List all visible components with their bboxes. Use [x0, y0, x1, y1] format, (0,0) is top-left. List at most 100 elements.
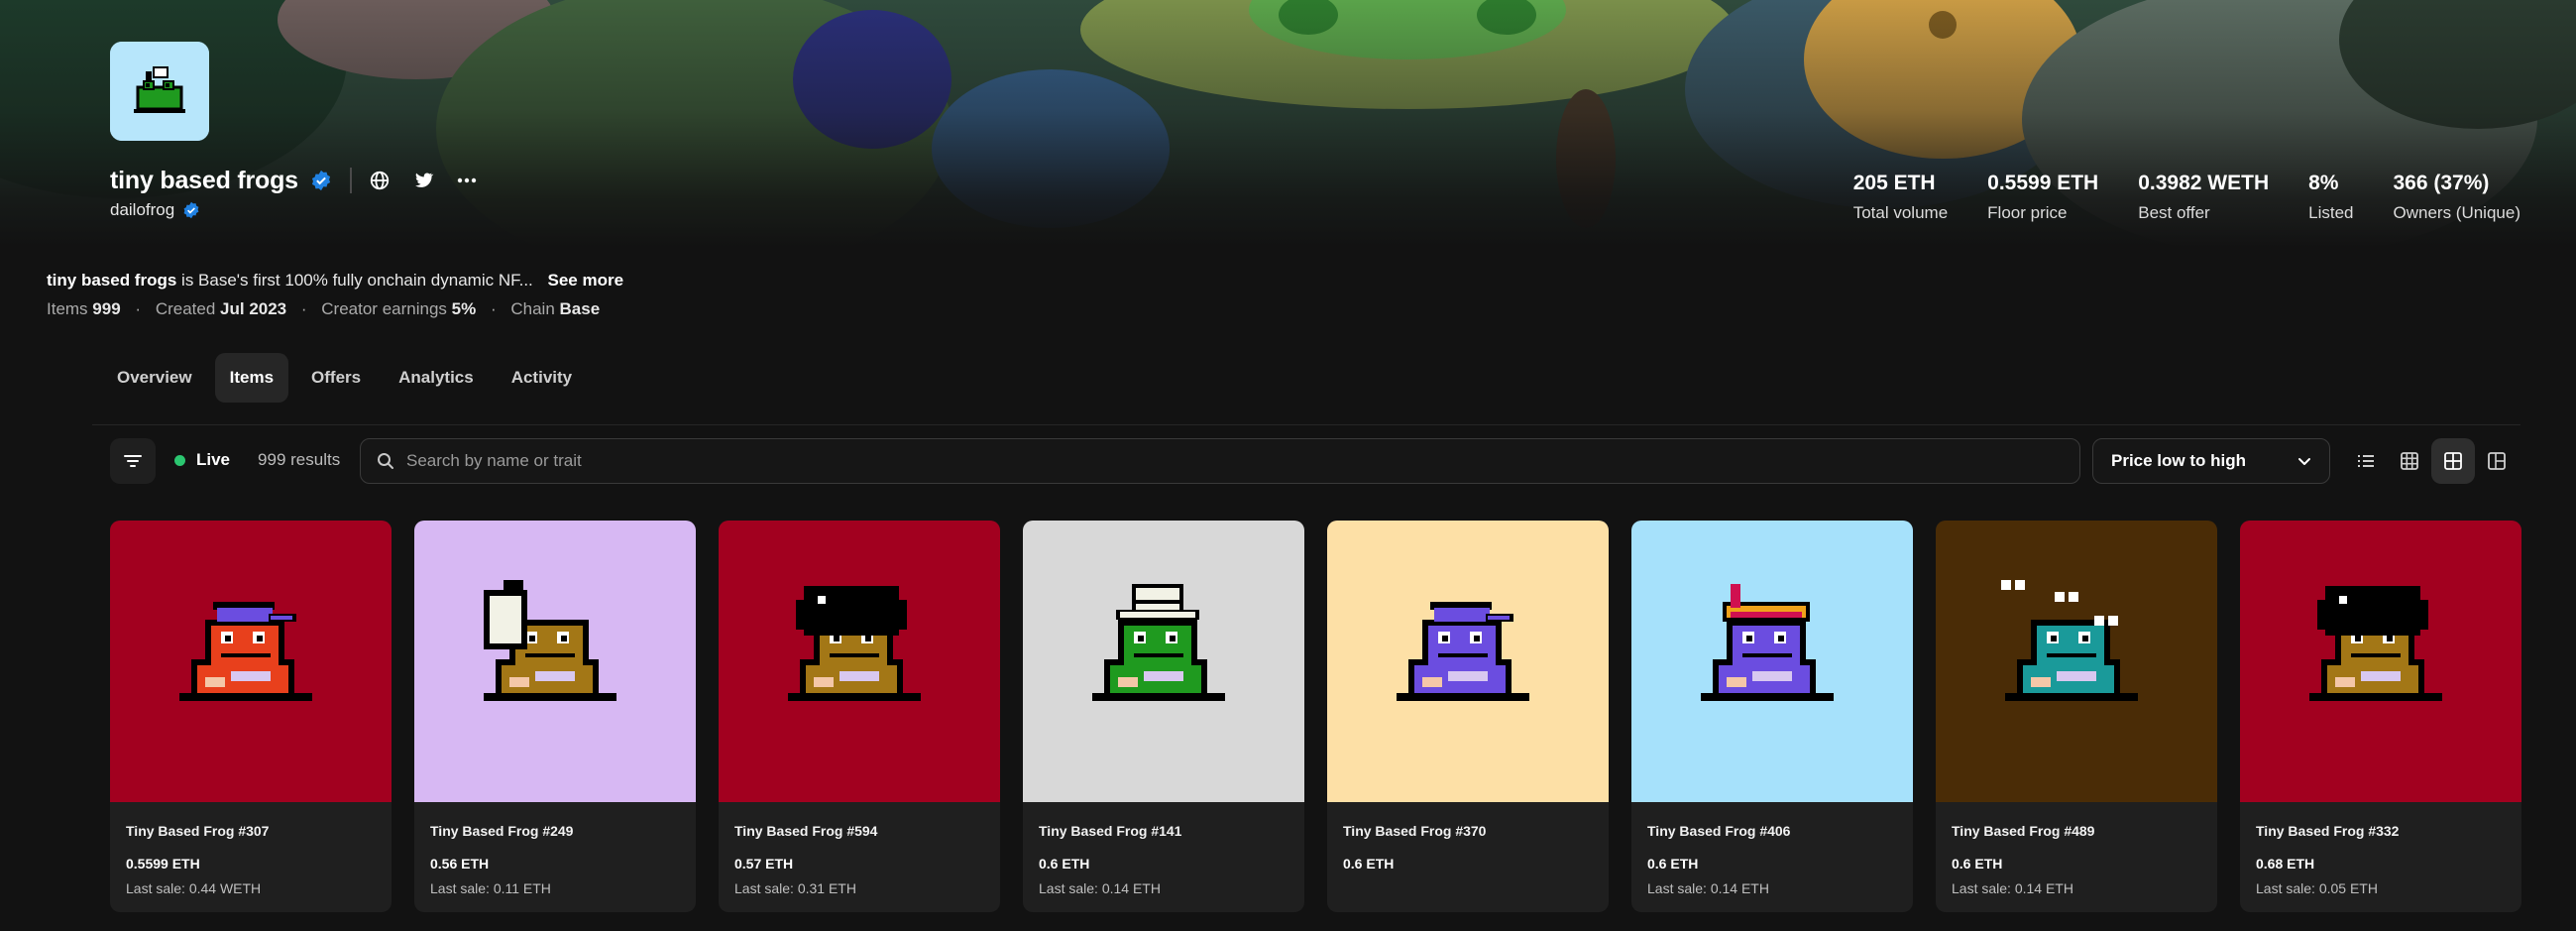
item-price: 0.68 ETH — [2256, 856, 2315, 872]
collection-stats: 205 ETH Total volume 0.5599 ETH Floor pr… — [1814, 172, 2520, 223]
title-divider — [349, 168, 352, 193]
sort-dropdown[interactable]: Price low to high — [2092, 438, 2330, 484]
stat-value: 0.5599 ETH — [1987, 172, 2099, 194]
meta-earnings-value: 5% — [451, 299, 477, 318]
meta-separator: · — [490, 299, 497, 318]
meta-separator: · — [300, 299, 307, 318]
stat-value: 8% — [2308, 172, 2339, 194]
stat-owners: 366 (37%) Owners (Unique) — [2394, 172, 2521, 223]
item-title: Tiny Based Frog #489 — [1952, 823, 2095, 839]
item-price: 0.6 ETH — [1039, 856, 1090, 872]
item-card[interactable]: Tiny Based Frog #141 0.6 ETH Last sale: … — [1023, 521, 1304, 912]
stat-value: 366 (37%) — [2393, 172, 2490, 194]
tab-activity[interactable]: Activity — [497, 353, 587, 403]
frog-artwork — [1023, 521, 1304, 802]
tab-offers[interactable]: Offers — [296, 353, 376, 403]
frog-artwork — [1631, 521, 1913, 802]
item-title: Tiny Based Frog #141 — [1039, 823, 1182, 839]
stat-best-offer: 0.3982 WETH Best offer — [2138, 172, 2269, 223]
meta-items-value: 999 — [92, 299, 121, 318]
stat-listed: 8% Listed — [2308, 172, 2353, 223]
item-price: 0.5599 ETH — [126, 856, 200, 872]
meta-separator: · — [135, 299, 142, 318]
chevron-down-icon — [2298, 457, 2310, 465]
creator-name[interactable]: dailofrog — [110, 200, 174, 220]
item-last-sale: Last sale: 0.11 ETH — [430, 880, 551, 896]
item-last-sale: Last sale: 0.14 ETH — [1039, 880, 1161, 896]
item-card[interactable]: Tiny Based Frog #307 0.5599 ETH Last sal… — [110, 521, 392, 912]
item-card[interactable]: Tiny Based Frog #370 0.6 ETH — [1327, 521, 1609, 912]
meta-created-label: Created — [155, 299, 216, 318]
small-grid-icon — [2401, 452, 2418, 470]
item-title: Tiny Based Frog #406 — [1647, 823, 1791, 839]
stat-value: 0.3982 WETH — [2138, 172, 2270, 194]
tab-analytics[interactable]: Analytics — [384, 353, 489, 403]
stat-floor-price: 0.5599 ETH Floor price — [1987, 172, 2098, 223]
search-box[interactable] — [360, 438, 2080, 484]
item-image — [2240, 521, 2521, 802]
item-image — [414, 521, 696, 802]
item-last-sale: Last sale: 0.31 ETH — [734, 880, 856, 896]
filter-icon — [124, 455, 142, 467]
frog-artwork — [719, 521, 1000, 802]
item-price: 0.6 ETH — [1343, 856, 1395, 872]
item-image — [1936, 521, 2217, 802]
item-image — [1023, 521, 1304, 802]
collection-tabs: Overview Items Offers Analytics Activity — [102, 353, 587, 403]
tab-overview[interactable]: Overview — [102, 353, 207, 403]
frog-artwork — [2240, 521, 2521, 802]
item-card[interactable]: Tiny Based Frog #249 0.56 ETH Last sale:… — [414, 521, 696, 912]
item-image — [1327, 521, 1609, 802]
tab-items[interactable]: Items — [214, 353, 289, 403]
item-card[interactable]: Tiny Based Frog #594 0.57 ETH Last sale:… — [719, 521, 1000, 912]
more-options-icon[interactable] — [455, 169, 479, 192]
item-card[interactable]: Tiny Based Frog #406 0.6 ETH Last sale: … — [1631, 521, 1913, 912]
item-image — [110, 521, 392, 802]
list-view-button[interactable] — [2344, 438, 2388, 484]
website-icon[interactable] — [368, 169, 392, 192]
mixed-grid-button[interactable] — [2475, 438, 2519, 484]
search-icon — [378, 453, 393, 469]
item-last-sale: Last sale: 0.14 ETH — [1952, 880, 2073, 896]
item-title: Tiny Based Frog #332 — [2256, 823, 2400, 839]
stat-total-volume: 205 ETH Total volume — [1853, 172, 1948, 223]
frog-artwork — [1327, 521, 1609, 802]
collection-description: tiny based frogs is Base's first 100% fu… — [47, 271, 623, 291]
filter-button[interactable] — [110, 438, 156, 484]
item-price: 0.6 ETH — [1647, 856, 1699, 872]
item-title: Tiny Based Frog #307 — [126, 823, 270, 839]
large-grid-button[interactable] — [2431, 438, 2475, 484]
verified-badge-icon — [311, 170, 330, 191]
twitter-icon[interactable] — [411, 169, 435, 192]
item-card[interactable]: Tiny Based Frog #489 0.6 ETH Last sale: … — [1936, 521, 2217, 912]
item-price: 0.56 ETH — [430, 856, 490, 872]
frog-logo-icon — [110, 42, 209, 141]
items-grid: Tiny Based Frog #307 0.5599 ETH Last sal… — [110, 521, 2521, 912]
mixed-grid-icon — [2488, 452, 2506, 470]
stat-label: Total volume — [1852, 203, 1949, 222]
stat-label: Floor price — [1987, 203, 2068, 222]
item-title: Tiny Based Frog #249 — [430, 823, 574, 839]
live-indicator-icon — [174, 454, 185, 466]
item-card[interactable]: Tiny Based Frog #332 0.68 ETH Last sale:… — [2240, 521, 2521, 912]
frog-artwork — [414, 521, 696, 802]
see-more-link[interactable]: See more — [548, 271, 624, 290]
stat-label: Best offer — [2138, 203, 2210, 222]
item-price: 0.57 ETH — [734, 856, 794, 872]
meta-chain-label: Chain — [510, 299, 555, 318]
creator-row[interactable]: dailofrog — [110, 200, 200, 220]
small-grid-button[interactable] — [2388, 438, 2431, 484]
creator-verified-icon — [183, 201, 199, 219]
item-image — [1631, 521, 1913, 802]
search-input[interactable] — [406, 451, 1992, 471]
meta-chain-value: Base — [559, 299, 601, 318]
tabs-divider — [92, 424, 2520, 425]
item-last-sale: Last sale: 0.44 WETH — [126, 880, 262, 896]
item-last-sale: Last sale: 0.05 ETH — [2256, 880, 2378, 896]
list-view-icon — [2358, 455, 2374, 467]
stat-label: Owners (Unique) — [2393, 203, 2521, 222]
item-image — [719, 521, 1000, 802]
view-mode-switcher — [2344, 438, 2519, 484]
description-name: tiny based frogs — [47, 271, 177, 290]
frog-artwork — [1936, 521, 2217, 802]
